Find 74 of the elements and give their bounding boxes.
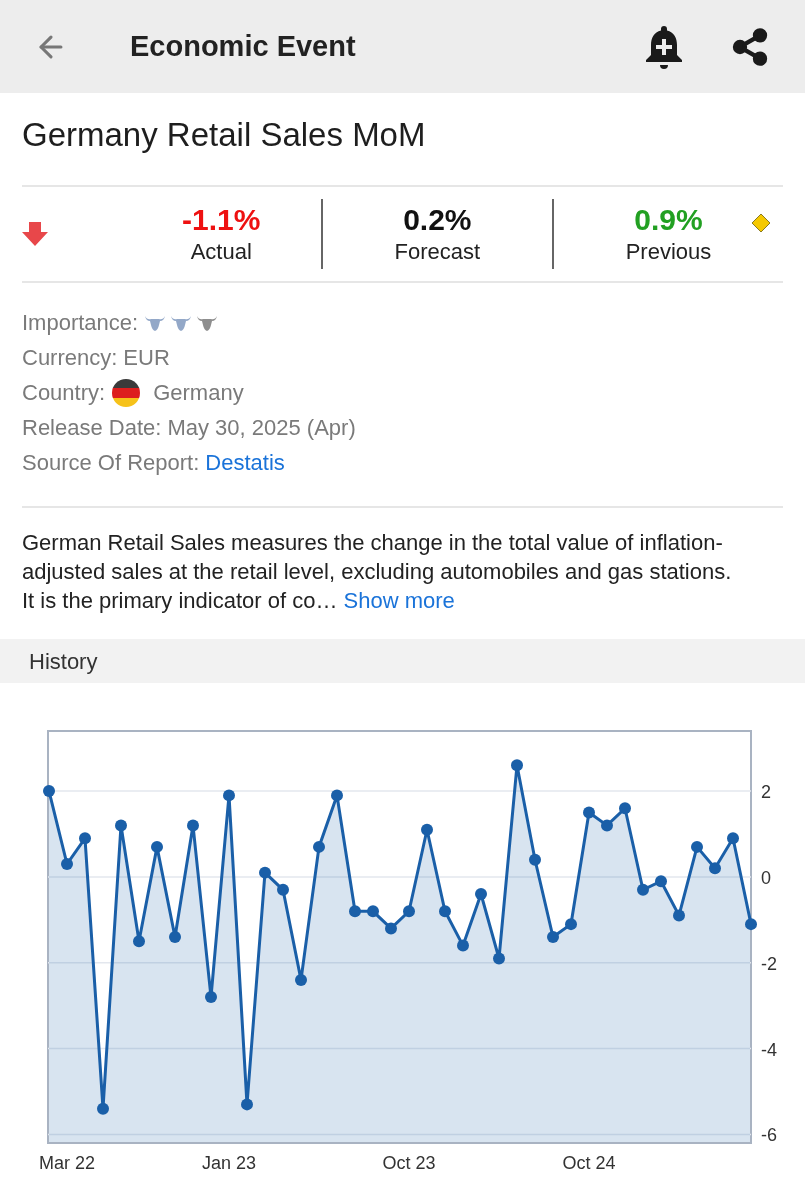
data-point (97, 1102, 109, 1115)
arrow-down-icon (22, 222, 48, 246)
data-point (79, 832, 91, 845)
data-point (421, 823, 433, 836)
diamond-icon (751, 213, 771, 233)
data-point (403, 905, 415, 918)
detail-value: Germany (153, 379, 244, 407)
data-point (151, 840, 163, 853)
data-point (529, 853, 541, 866)
data-point (205, 991, 217, 1004)
share-icon (730, 26, 770, 67)
x-tick-label: Oct 24 (562, 1153, 616, 1173)
y-tick-label: 0 (761, 867, 771, 888)
data-point (601, 819, 613, 832)
data-point (169, 931, 181, 943)
data-point (187, 819, 199, 832)
data-point (61, 858, 73, 871)
detail-label: Country: (22, 379, 106, 407)
data-point (475, 888, 487, 901)
screen-title: Economic Event (130, 28, 357, 64)
detail-label: Importance: (22, 309, 139, 337)
data-point (349, 905, 361, 918)
data-point (583, 806, 595, 819)
data-point (259, 866, 271, 879)
data-point (745, 918, 757, 931)
detail-value: EUR (123, 344, 170, 372)
data-point (223, 789, 235, 802)
y-tick-label: -6 (761, 1125, 777, 1146)
data-point (493, 952, 505, 965)
data-point (277, 883, 289, 896)
section-title: History (29, 647, 98, 676)
detail-label: Source Of Report: (22, 449, 200, 477)
data-point (115, 819, 127, 832)
data-point (709, 862, 721, 875)
x-tick-label: Mar 22 (39, 1153, 95, 1173)
data-point (367, 905, 379, 918)
stat-value: 0.9% (634, 202, 703, 238)
data-point (637, 883, 649, 896)
y-tick-label: 2 (761, 782, 771, 803)
data-point (547, 931, 559, 943)
event-title: Germany Retail Sales MoM (22, 115, 427, 155)
detail-label: Currency: (22, 344, 118, 372)
stat-label: Previous (625, 238, 712, 266)
show-more-link[interactable]: Show more (343, 588, 455, 613)
data-point (313, 840, 325, 853)
data-point (655, 875, 667, 888)
stat-label: Actual (190, 238, 252, 266)
source-link[interactable]: Destatis (205, 445, 285, 480)
data-point (241, 1098, 253, 1111)
data-point (619, 802, 631, 815)
detail-label: Release Date: (22, 414, 162, 442)
data-point (331, 789, 343, 802)
x-tick-label: Oct 23 (382, 1153, 436, 1173)
data-point (691, 840, 703, 853)
bell-plus-icon (644, 23, 684, 70)
data-point (565, 918, 577, 931)
stat-label: Forecast (394, 238, 481, 266)
x-tick-label: Jan 23 (202, 1153, 256, 1173)
data-point (457, 939, 469, 952)
detail-value: May 30, 2025 (Apr) (167, 414, 356, 442)
data-point (439, 905, 451, 918)
data-point (133, 935, 145, 948)
description-text: German Retail Sales measures the change in the total value of inflation-adjusted sales at the retail level, excluding automobiles and gas stations. It is the primary indicator of co… Show more (22, 529, 733, 615)
data-point (511, 759, 523, 772)
flag-icon (111, 377, 142, 408)
y-tick-label: -2 (761, 953, 777, 974)
data-point (673, 909, 685, 922)
data-point (43, 785, 55, 798)
data-point (295, 973, 307, 986)
stat-value: 0.2% (403, 202, 472, 238)
y-tick-label: -4 (761, 1039, 777, 1060)
stat-value: -1.1% (182, 202, 261, 238)
data-point (727, 832, 739, 845)
data-point (385, 922, 397, 935)
